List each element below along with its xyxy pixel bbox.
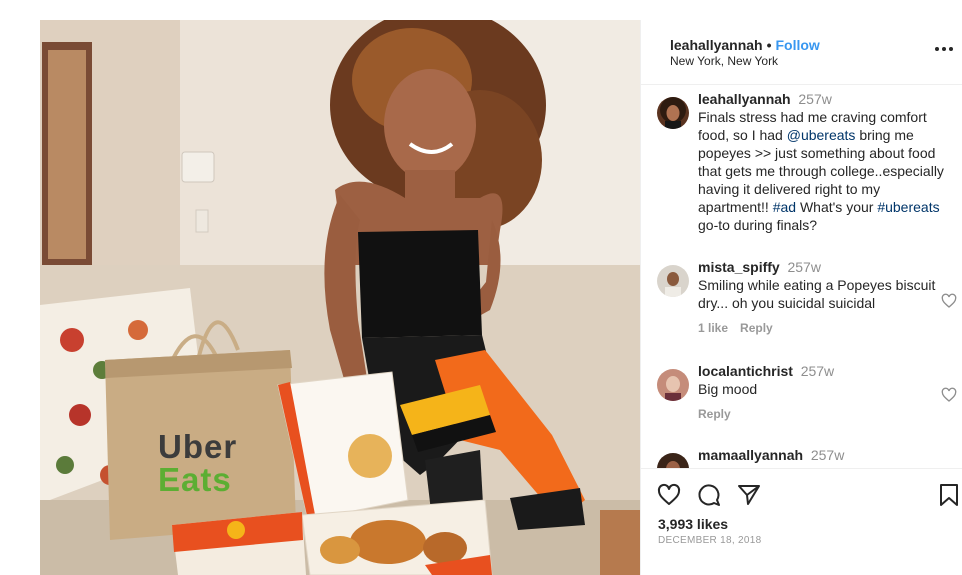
comment-likes-count[interactable]: 1 like <box>698 321 728 335</box>
more-horizontal-icon[interactable] <box>933 42 955 56</box>
post-actions: 3,993 likes DECEMBER 18, 2018 <box>641 468 962 575</box>
caption-username[interactable]: leahallyannah <box>698 91 791 107</box>
comment-avatar-image <box>657 369 689 401</box>
avatar[interactable] <box>657 453 689 468</box>
reply-button[interactable]: Reply <box>698 407 731 421</box>
post-header: leahallyannah • Follow New York, New York <box>641 20 962 85</box>
comment-text: Big mood <box>698 381 758 397</box>
comment-username[interactable]: mista_spiffy <box>698 259 780 275</box>
bookmark-icon[interactable] <box>937 483 961 507</box>
comment-avatar-image <box>657 453 689 468</box>
comment-body: localantichrist 257w Big mood Reply <box>698 362 950 423</box>
comment-meta: Reply <box>698 405 950 423</box>
follow-button[interactable]: Follow <box>776 37 820 53</box>
header-separator: • <box>766 37 772 53</box>
header-location[interactable]: New York, New York <box>670 54 778 68</box>
comments-list[interactable]: leahallyannah 257w Finals stress had me … <box>641 85 962 468</box>
caption-body: leahallyannah 257w Finals stress had me … <box>698 90 950 234</box>
instagram-post-page: Uber Eats leahallyannah • Follow New York,… <box>0 0 962 575</box>
header-user-line: leahallyannah • Follow <box>670 37 820 53</box>
avatar[interactable] <box>657 369 689 401</box>
comment-text: Smiling while eating a Popeyes biscuit d… <box>698 277 936 311</box>
likes-count[interactable]: 3,993 likes <box>658 516 728 532</box>
comment-meta: 1 like Reply <box>698 319 950 337</box>
avatar[interactable] <box>657 265 689 297</box>
uber-eats-logo-bottom: Eats <box>158 461 232 498</box>
post-side-panel: leahallyannah • Follow New York, New York <box>640 20 962 575</box>
comment-username[interactable]: mamaallyannah <box>698 447 803 463</box>
uber-eats-logo-top: Uber <box>158 428 238 465</box>
post-photo[interactable]: Uber Eats <box>40 20 640 575</box>
comment-time[interactable]: 257w <box>801 363 834 379</box>
caption-avatar-image <box>657 97 689 129</box>
comment-time[interactable]: 257w <box>787 259 820 275</box>
hashtag-link[interactable]: #ad <box>773 199 796 215</box>
comment-body: mamaallyannah 257w <box>698 446 950 464</box>
share-icon[interactable] <box>737 483 761 507</box>
avatar[interactable] <box>657 97 689 129</box>
heart-icon[interactable] <box>941 293 957 309</box>
photo-illustration <box>40 20 640 575</box>
comment-body: mista_spiffy 257w Smiling while eating a… <box>698 258 950 337</box>
caption-time[interactable]: 257w <box>798 91 831 107</box>
comment-avatar-image <box>657 265 689 297</box>
heart-icon[interactable] <box>657 483 681 507</box>
post-date[interactable]: DECEMBER 18, 2018 <box>658 535 761 546</box>
caption-text-part: go-to during finals? <box>698 217 818 233</box>
reply-button[interactable]: Reply <box>740 321 773 335</box>
comment-icon[interactable] <box>697 483 721 507</box>
hashtag-link[interactable]: #ubereats <box>877 199 939 215</box>
mention-link[interactable]: @ubereats <box>787 127 856 143</box>
header-username[interactable]: leahallyannah <box>670 37 763 53</box>
comment-username[interactable]: localantichrist <box>698 363 793 379</box>
heart-icon[interactable] <box>941 387 957 403</box>
comment-time[interactable]: 257w <box>811 447 844 463</box>
caption-text-part: What's your <box>796 199 878 215</box>
